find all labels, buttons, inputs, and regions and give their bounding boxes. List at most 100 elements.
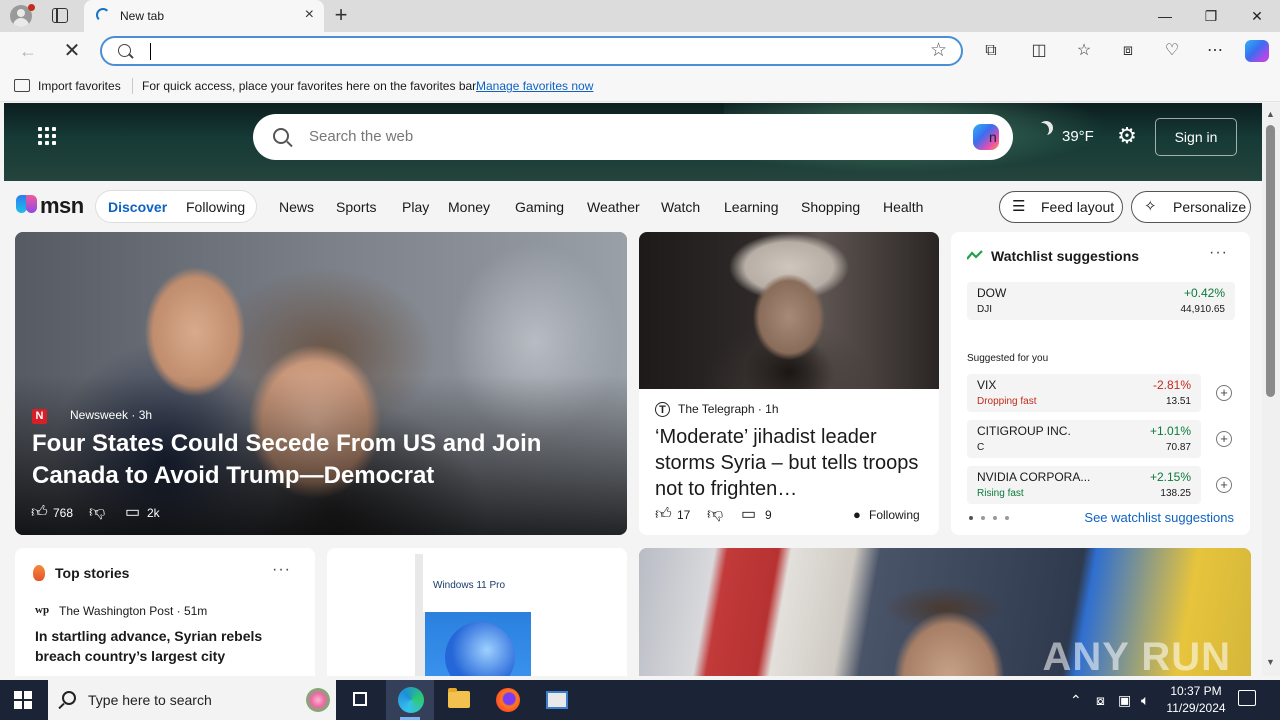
- see-watchlist-link[interactable]: See watchlist suggestions: [1084, 510, 1234, 525]
- app-taskbar-button[interactable]: [533, 680, 581, 720]
- manage-favorites-link[interactable]: Manage favorites now: [476, 79, 593, 93]
- network-icon[interactable]: ▣: [1118, 691, 1131, 709]
- weather-temperature[interactable]: 39°F: [1062, 128, 1094, 145]
- thumbs-down-icon[interactable]: 👎︎: [89, 504, 105, 522]
- app-window-icon: [546, 691, 568, 709]
- back-button[interactable]: ←: [17, 40, 39, 62]
- favorites-icon[interactable]: ☆: [1074, 41, 1094, 61]
- notification-icon[interactable]: [1238, 690, 1256, 706]
- favorites-bar: Import favorites For quick access, place…: [0, 70, 1280, 102]
- nav-sports[interactable]: Sports: [336, 199, 376, 215]
- address-bar[interactable]: ☆: [100, 36, 963, 66]
- task-view-button[interactable]: [336, 680, 384, 720]
- stock-row[interactable]: NVIDIA CORPORA... Rising fast +2.15% 138…: [967, 466, 1201, 504]
- add-to-watchlist-icon[interactable]: +: [1216, 431, 1232, 447]
- nav-watch[interactable]: Watch: [661, 199, 700, 215]
- collections-icon[interactable]: ⧈: [1118, 41, 1138, 61]
- msn-logo-text: msn: [40, 193, 84, 218]
- close-tab-icon[interactable]: ×: [305, 7, 314, 23]
- tab-following[interactable]: Following: [186, 199, 245, 215]
- thumbs-up-icon[interactable]: 👍︎: [31, 504, 48, 522]
- thumbs-down-icon[interactable]: 👎︎: [707, 506, 723, 524]
- feed-toggle: Discover Following: [95, 190, 257, 223]
- restore-button[interactable]: ❐: [1196, 6, 1226, 26]
- add-to-watchlist-icon[interactable]: +: [1216, 385, 1232, 401]
- story-headline[interactable]: ‘Moderate’ jihadist leader storms Syria …: [655, 424, 927, 502]
- hero-headline[interactable]: Four States Could Secede From US and Joi…: [32, 428, 622, 492]
- windows-start-icon[interactable]: [14, 691, 32, 709]
- firefox-button[interactable]: [484, 680, 532, 720]
- stock-value: 70.87: [1165, 442, 1191, 453]
- apps-grid-icon[interactable]: [38, 127, 58, 147]
- stock-change: +2.15%: [1149, 470, 1191, 484]
- more-options-icon[interactable]: ···: [1209, 244, 1228, 262]
- nav-shopping[interactable]: Shopping: [801, 199, 860, 215]
- following-label[interactable]: Following: [869, 508, 920, 522]
- top-stories-title: Top stories: [55, 565, 130, 581]
- extensions-icon[interactable]: ⧉: [981, 41, 1001, 61]
- nav-news[interactable]: News: [279, 199, 314, 215]
- file-explorer-button[interactable]: [435, 680, 483, 720]
- nav-health[interactable]: Health: [883, 199, 923, 215]
- page-scrollbar[interactable]: ▲ ▼: [1262, 103, 1280, 676]
- nav-gaming[interactable]: Gaming: [515, 199, 564, 215]
- tab-actions-icon[interactable]: [52, 8, 68, 23]
- comment-icon[interactable]: ▭: [741, 506, 756, 524]
- edge-taskbar-button[interactable]: [386, 680, 434, 720]
- stop-loading-button[interactable]: ✕: [61, 40, 83, 62]
- network-status-icon[interactable]: ⧇: [1096, 691, 1105, 709]
- import-favorites-button[interactable]: Import favorites: [38, 79, 121, 93]
- feed-layout-label: Feed layout: [1041, 199, 1115, 215]
- split-screen-icon[interactable]: ◫: [1029, 41, 1049, 61]
- top-story-headline[interactable]: In startling advance, Syrian rebels brea…: [35, 626, 303, 666]
- feed-layout-button[interactable]: ☰ Feed layout: [999, 191, 1123, 223]
- story-time: 1h: [765, 402, 779, 416]
- msn-logo[interactable]: msn: [16, 193, 84, 219]
- hero-story-card[interactable]: N Newsweek · 3h Four States Could Secede…: [15, 232, 627, 535]
- taskbar-clock[interactable]: 10:37 PM 11/29/2024: [1160, 683, 1232, 717]
- stock-row[interactable]: CITIGROUP INC. C +1.01% 70.87: [967, 420, 1201, 458]
- windows-bloom-graphic: [445, 622, 515, 676]
- scroll-up-arrow-icon[interactable]: ▲: [1266, 109, 1275, 119]
- nav-play[interactable]: Play: [402, 199, 429, 215]
- story-source[interactable]: The Telegraph · 1h: [678, 402, 779, 416]
- scroll-down-arrow-icon[interactable]: ▼: [1266, 657, 1275, 667]
- hero-source[interactable]: Newsweek · 3h: [70, 408, 152, 422]
- folder-icon: [448, 688, 470, 708]
- personalize-button[interactable]: ✧ Personalize: [1131, 191, 1251, 223]
- browser-essentials-icon[interactable]: ♡: [1162, 41, 1182, 61]
- more-options-icon[interactable]: ···: [272, 561, 291, 579]
- chevron-up-icon[interactable]: ⌃: [1070, 691, 1082, 709]
- top-story-source[interactable]: The Washington Post · 51m: [59, 604, 207, 618]
- copilot-icon[interactable]: [1245, 40, 1269, 62]
- tab-new-tab[interactable]: New tab ×: [84, 0, 324, 32]
- windows-ad-card[interactable]: Windows 11 Pro: [327, 548, 627, 676]
- tab-discover[interactable]: Discover: [108, 199, 167, 215]
- nav-money[interactable]: Money: [448, 199, 490, 215]
- scrollbar-thumb[interactable]: [1266, 125, 1275, 397]
- taskbar-search-box[interactable]: Type here to search: [48, 680, 336, 720]
- volume-icon[interactable]: 🔈︎: [1141, 691, 1149, 709]
- windows-box-image: Windows 11 Pro: [415, 550, 531, 676]
- msn-search-box[interactable]: Search the web n: [253, 114, 1013, 160]
- add-to-watchlist-icon[interactable]: +: [1216, 477, 1232, 493]
- comment-icon[interactable]: ▭: [125, 504, 140, 522]
- sign-in-button[interactable]: Sign in: [1155, 118, 1237, 156]
- stock-row[interactable]: DOW DJI +0.42% 44,910.65: [967, 282, 1235, 320]
- minimize-button[interactable]: —: [1150, 6, 1180, 26]
- stock-row[interactable]: VIX Dropping fast -2.81% 13.51: [967, 374, 1201, 412]
- nav-learning[interactable]: Learning: [724, 199, 779, 215]
- gear-icon[interactable]: ⚙: [1116, 125, 1138, 147]
- photo-story-card[interactable]: ANY RUN: [639, 548, 1251, 676]
- telegraph-story-card[interactable]: T The Telegraph · 1h ‘Moderate’ jihadist…: [639, 232, 939, 535]
- new-tab-button[interactable]: +: [330, 4, 352, 26]
- thumbs-up-icon[interactable]: 👍︎: [655, 506, 672, 524]
- close-window-button[interactable]: ✕: [1242, 6, 1272, 26]
- carousel-dots[interactable]: [969, 516, 1013, 522]
- favorite-star-icon[interactable]: ☆: [930, 39, 947, 62]
- stock-value: 138.25: [1160, 488, 1191, 499]
- more-menu-icon[interactable]: ⋯: [1205, 41, 1225, 61]
- clock-date: 11/29/2024: [1166, 701, 1226, 715]
- msn-butterfly-icon: [16, 195, 38, 215]
- nav-weather[interactable]: Weather: [587, 199, 640, 215]
